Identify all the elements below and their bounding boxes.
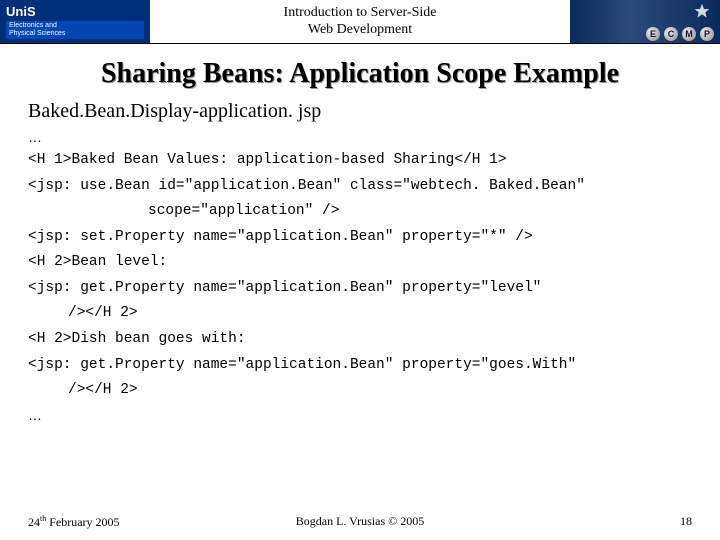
ellipsis-top: …: [28, 129, 692, 145]
badge-p: P: [700, 27, 714, 41]
filename-text: Baked.Bean.Display-application. jsp: [28, 100, 692, 123]
footer-author: Bogdan L. Vrusias © 2005: [296, 514, 425, 529]
code-line-h1: <H 1>Baked Bean Values: application-base…: [28, 151, 692, 171]
slide-footer: 24th February 2005 Bogdan L. Vrusias © 2…: [0, 514, 720, 530]
code-line-h2-level: <H 2>Bean level:: [28, 253, 692, 273]
header-title-line1: Introduction to Server-Side: [284, 5, 437, 22]
footer-date: 24th February 2005: [28, 514, 120, 530]
code-line-usebean-scope: scope="application" />: [28, 202, 692, 222]
ellipsis-bottom: …: [28, 407, 692, 423]
slide-header: UniS Electronics and Physical Sciences I…: [0, 0, 720, 44]
code-line-getproperty-goeswith-close: /></H 2>: [28, 381, 692, 401]
code-line-setproperty: <jsp: set.Property name="application.Bea…: [28, 228, 692, 248]
code-line-usebean: <jsp: use.Bean id="application.Bean" cla…: [28, 177, 692, 197]
department-name: Electronics and Physical Sciences: [6, 21, 144, 38]
header-right-badges: E C M P: [570, 0, 720, 43]
code-line-getproperty-level-close: /></H 2>: [28, 304, 692, 324]
badge-c: C: [664, 27, 678, 41]
code-line-getproperty-level: <jsp: get.Property name="application.Bea…: [28, 279, 692, 299]
header-title-line2: Web Development: [308, 22, 412, 39]
header-title: Introduction to Server-Side Web Developm…: [150, 0, 570, 43]
badge-e: E: [646, 27, 660, 41]
code-line-getproperty-goeswith: <jsp: get.Property name="application.Bea…: [28, 356, 692, 376]
slide-title: Sharing Beans: Application Scope Example: [28, 58, 692, 90]
university-abbrev: UniS: [6, 4, 144, 19]
header-left-logo: UniS Electronics and Physical Sciences: [0, 0, 150, 43]
slide-content: Sharing Beans: Application Scope Example…: [0, 44, 720, 423]
code-line-h2-dish: <H 2>Dish bean goes with:: [28, 330, 692, 350]
badge-m: M: [682, 27, 696, 41]
footer-page-number: 18: [680, 514, 692, 530]
sigma-star-icon: [694, 3, 710, 19]
